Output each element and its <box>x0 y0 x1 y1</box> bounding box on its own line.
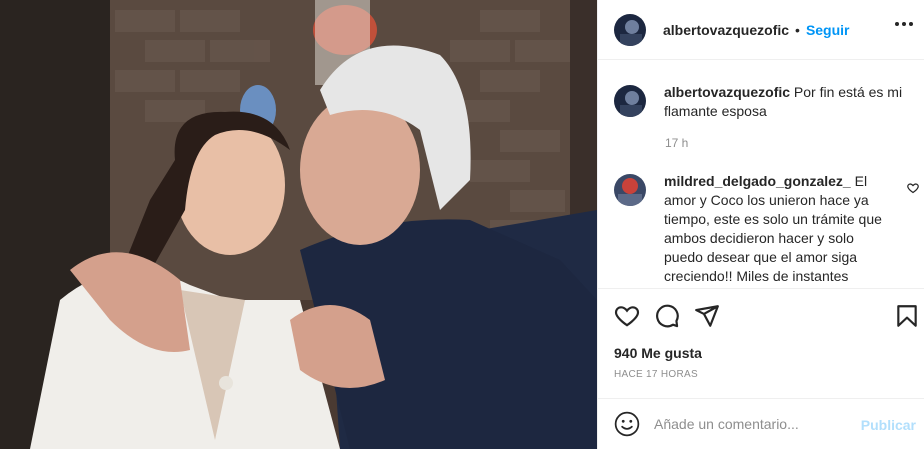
separator-dot: • <box>795 21 800 38</box>
post-photo[interactable] <box>0 0 597 449</box>
post-image <box>0 0 597 449</box>
comment-body: El amor y Coco los unieron hace ya tiemp… <box>664 173 882 288</box>
post-details-panel: albertovazquezofic • Seguir albertovazqu… <box>597 0 924 449</box>
commenter-username[interactable]: mildred_delgado_gonzalez_ <box>664 173 851 189</box>
action-bar <box>598 288 924 340</box>
author-avatar[interactable] <box>614 13 646 46</box>
comment-input[interactable] <box>654 416 844 432</box>
caption-time: 17 h <box>665 136 689 150</box>
author-username[interactable]: albertovazquezofic <box>663 22 789 38</box>
share-icon[interactable] <box>694 303 720 329</box>
more-options-icon[interactable] <box>895 22 913 26</box>
caption-text: albertovazquezofic Por fin está es mi fl… <box>664 83 912 121</box>
follow-button[interactable]: Seguir <box>806 22 850 38</box>
comment-icon[interactable] <box>654 303 680 329</box>
caption-avatar[interactable] <box>614 85 646 117</box>
emoji-icon[interactable] <box>614 411 640 437</box>
like-comment-heart-icon[interactable] <box>907 182 919 194</box>
comments-section: albertovazquezofic Por fin está es mi fl… <box>598 61 924 288</box>
caption-username[interactable]: albertovazquezofic <box>664 84 790 100</box>
bookmark-icon[interactable] <box>894 303 920 329</box>
likes-count[interactable]: 940 Me gusta <box>614 345 702 361</box>
publish-button[interactable]: Publicar <box>861 417 916 433</box>
caption-row: albertovazquezofic Por fin está es mi fl… <box>614 83 914 121</box>
comment-composer: Publicar <box>598 398 924 449</box>
heart-icon[interactable] <box>614 303 640 329</box>
post-header: albertovazquezofic • Seguir <box>598 0 924 60</box>
post-timestamp[interactable]: HACE 17 HORAS <box>614 369 698 380</box>
commenter-avatar[interactable] <box>614 174 646 206</box>
comment-text: mildred_delgado_gonzalez_ El amor y Coco… <box>664 172 896 288</box>
comment-row: mildred_delgado_gonzalez_ El amor y Coco… <box>614 172 904 288</box>
